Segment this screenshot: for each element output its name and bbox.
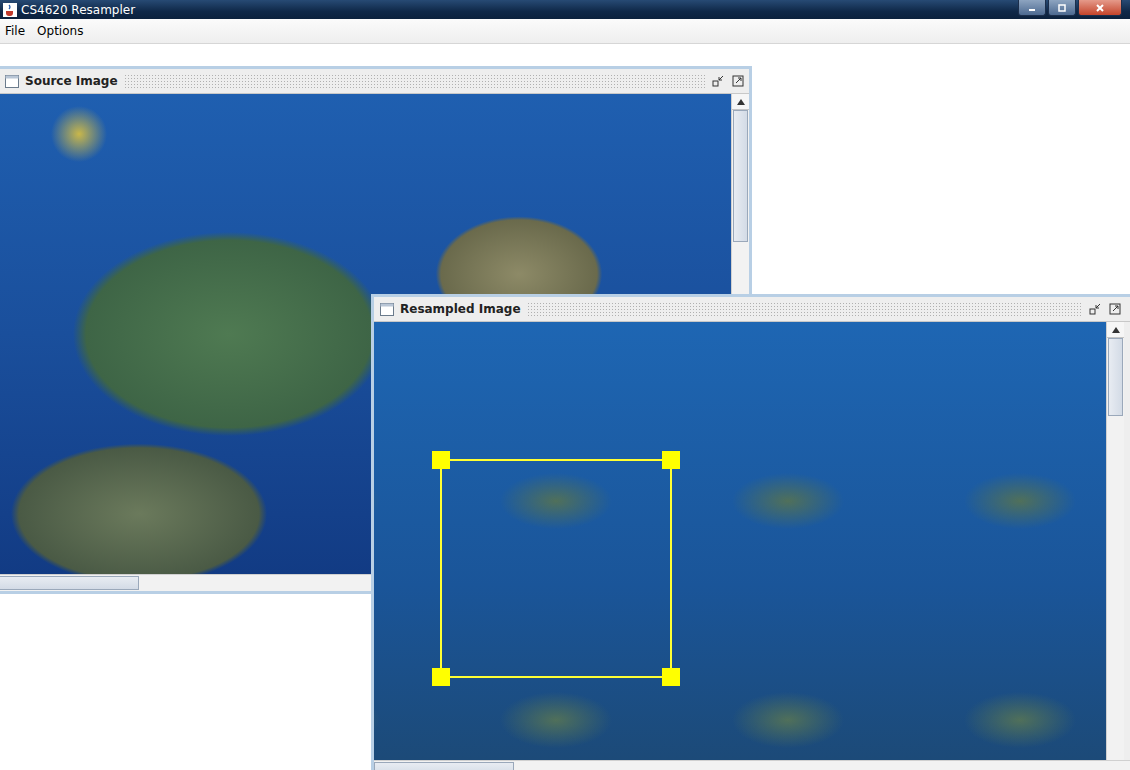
up-arrow-icon xyxy=(1112,327,1120,333)
resize-handle[interactable] xyxy=(662,668,680,686)
scroll-thumb[interactable] xyxy=(0,576,139,590)
frame-title: Resampled Image xyxy=(400,302,521,316)
frame-title: Source Image xyxy=(25,74,118,88)
selection-rectangle[interactable] xyxy=(440,459,672,678)
minimize-icon xyxy=(1027,3,1037,13)
desktop: Source Image Resampled Image xyxy=(0,44,1130,770)
close-button[interactable] xyxy=(1078,0,1122,16)
iconify-button[interactable] xyxy=(1088,302,1102,316)
title-texture xyxy=(527,302,1082,316)
scroll-thumb[interactable] xyxy=(1108,338,1123,416)
scroll-up-button[interactable] xyxy=(732,94,749,110)
up-arrow-icon xyxy=(737,99,745,105)
vertical-scrollbar[interactable] xyxy=(1106,322,1124,760)
close-icon xyxy=(1095,3,1105,13)
menu-item[interactable]: Options xyxy=(37,23,83,39)
app-window: CS4620 Resampler File Options Source Image R… xyxy=(0,0,1130,770)
resize-handle[interactable] xyxy=(432,451,450,469)
java-cup-icon xyxy=(3,3,17,17)
title-texture xyxy=(124,74,705,88)
title-bar: CS4620 Resampler xyxy=(0,0,1130,19)
frame-icon xyxy=(5,75,19,88)
maximize-frame-button[interactable] xyxy=(731,74,745,88)
scroll-thumb[interactable] xyxy=(374,762,514,770)
menu-item[interactable]: File xyxy=(5,23,25,39)
maximize-frame-icon xyxy=(732,75,744,87)
maximize-frame-button[interactable] xyxy=(1108,302,1122,316)
iconify-icon xyxy=(1089,303,1101,315)
resize-handle[interactable] xyxy=(662,451,680,469)
resize-handle[interactable] xyxy=(432,668,450,686)
minimize-button[interactable] xyxy=(1018,0,1046,16)
scroll-up-button[interactable] xyxy=(1107,322,1124,338)
restore-icon xyxy=(1057,3,1067,13)
frame-icon xyxy=(380,303,394,316)
menu-bar: File Options xyxy=(0,19,1130,44)
image-view[interactable] xyxy=(374,322,1106,760)
scroll-thumb[interactable] xyxy=(733,110,748,242)
horizontal-scrollbar[interactable] xyxy=(374,760,1130,770)
maximize-button[interactable] xyxy=(1048,0,1076,16)
internal-frame[interactable]: Resampled Image xyxy=(371,294,1130,770)
iconify-button[interactable] xyxy=(711,74,725,88)
frame-title-bar[interactable]: Resampled Image xyxy=(374,297,1130,322)
frame-title-bar[interactable]: Source Image xyxy=(0,69,749,94)
iconify-icon xyxy=(712,75,724,87)
window-title: CS4620 Resampler xyxy=(21,3,135,17)
maximize-frame-icon xyxy=(1109,303,1121,315)
